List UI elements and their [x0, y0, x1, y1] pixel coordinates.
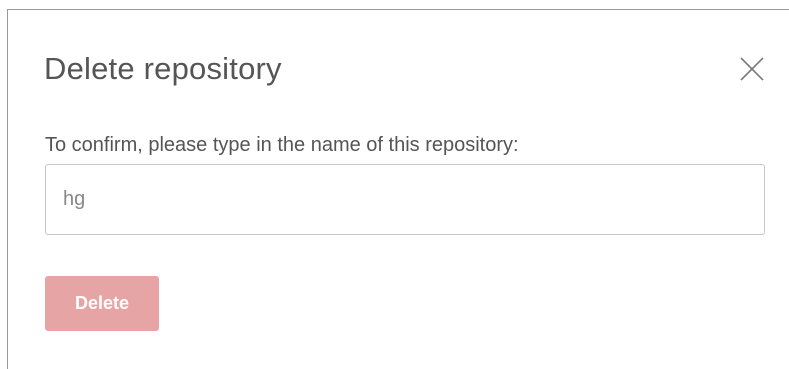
delete-repository-dialog: Delete repository To confirm, please typ…	[7, 9, 789, 369]
delete-button[interactable]: Delete	[45, 276, 159, 331]
dialog-title: Delete repository	[44, 51, 282, 86]
repository-name-input[interactable]	[45, 164, 765, 235]
close-button[interactable]	[739, 56, 765, 82]
confirm-prompt: To confirm, please type in the name of t…	[45, 134, 519, 156]
close-icon	[740, 57, 764, 81]
